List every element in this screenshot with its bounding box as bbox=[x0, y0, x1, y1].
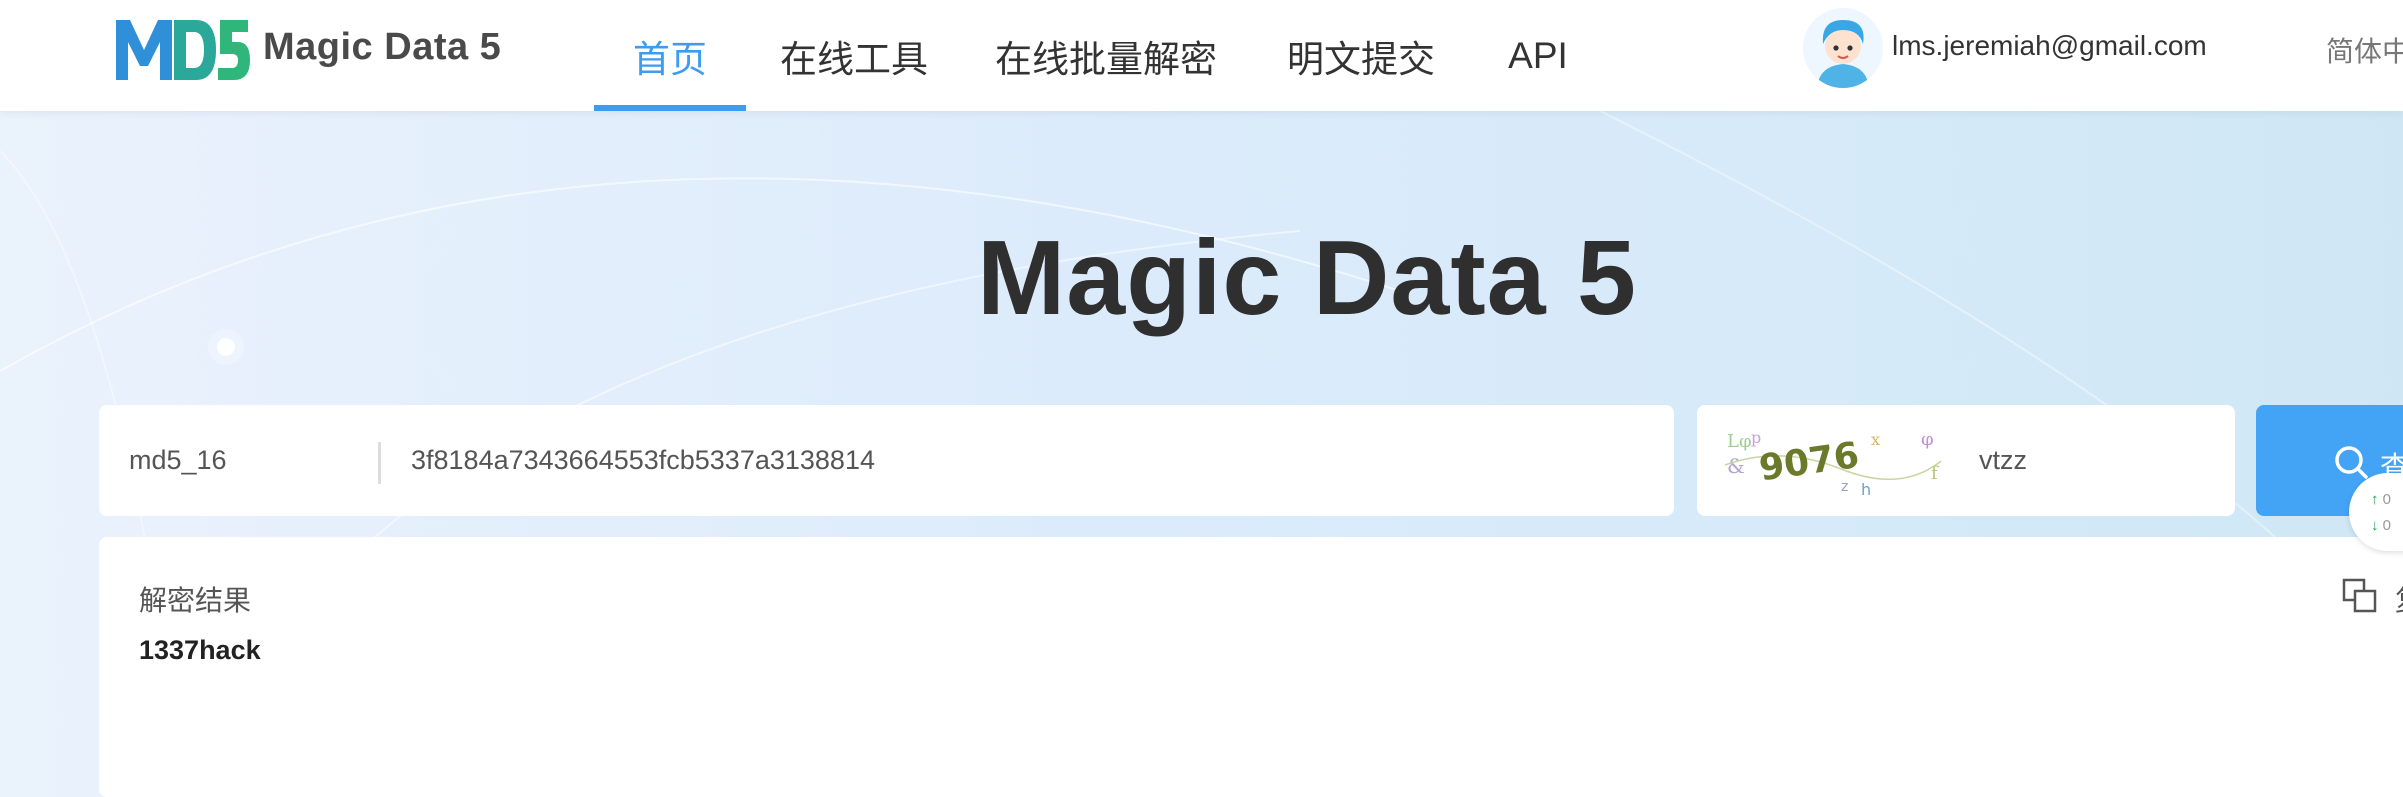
top-header: Magic Data 5 首页 在线工具 在线批量解密 明文提交 API lms… bbox=[0, 0, 2403, 111]
hash-type-select[interactable]: md5_16 bbox=[129, 405, 227, 516]
md5-logo[interactable] bbox=[112, 14, 250, 82]
active-indicator bbox=[594, 105, 746, 111]
download-speed: ↓ 0 bbox=[2371, 517, 2391, 534]
result-label: 解密结果 bbox=[139, 585, 252, 616]
nav-item-label: 首页 bbox=[633, 38, 707, 80]
nav-item-label: 明文提交 bbox=[1287, 38, 1435, 80]
nav-item-submit-plaintext[interactable]: 明文提交 bbox=[1250, 0, 1472, 111]
svg-text:z: z bbox=[1841, 479, 1848, 495]
download-speed-value: 0 bbox=[2382, 517, 2392, 534]
user-email[interactable]: lms.jeremiah@gmail.com bbox=[1892, 30, 2207, 62]
brand-name[interactable]: Magic Data 5 bbox=[263, 26, 501, 69]
captcha-input[interactable]: vtzz bbox=[1979, 405, 2027, 516]
arrow-down-icon: ↓ bbox=[2371, 517, 2379, 534]
captcha-image[interactable]: Lφ p & x φ f z h 9076 bbox=[1721, 425, 1947, 497]
svg-text:Lφ: Lφ bbox=[1727, 431, 1752, 452]
captcha-box: Lφ p & x φ f z h 9076 vtzz bbox=[1697, 405, 2235, 516]
nav-item-batch-decrypt[interactable]: 在线批量解密 bbox=[962, 0, 1250, 111]
hash-input[interactable]: 3f8184a7343664553fcb5337a3138814 bbox=[411, 405, 1611, 516]
nav-item-online-tools[interactable]: 在线工具 bbox=[746, 0, 962, 111]
search-icon bbox=[2335, 446, 2368, 479]
copy-icon[interactable] bbox=[2341, 577, 2379, 615]
page-title: Magic Data 5 bbox=[976, 219, 1637, 337]
result-value[interactable]: 1337hack bbox=[139, 635, 261, 666]
hash-search-box: md5_16 3f8184a7343664553fcb5337a3138814 bbox=[99, 405, 1674, 516]
nav-item-label: API bbox=[1508, 34, 1568, 76]
nav-item-label: 在线批量解密 bbox=[995, 38, 1217, 80]
nav-item-api[interactable]: API bbox=[1472, 0, 1604, 111]
svg-text:h: h bbox=[1861, 480, 1871, 497]
svg-text:x: x bbox=[1871, 430, 1880, 449]
svg-text:&: & bbox=[1727, 454, 1745, 478]
svg-text:φ: φ bbox=[1921, 429, 1934, 450]
nav-item-home[interactable]: 首页 bbox=[594, 0, 746, 111]
upload-speed: ↑ 0 bbox=[2371, 491, 2391, 508]
language-switcher[interactable]: 简体中 bbox=[2326, 30, 2403, 70]
svg-text:p: p bbox=[1751, 428, 1761, 447]
copy-label[interactable]: 复 bbox=[2395, 579, 2403, 619]
upload-speed-value: 0 bbox=[2382, 491, 2392, 508]
result-panel: 解密结果 1337hack 复 bbox=[99, 537, 2403, 797]
avatar[interactable] bbox=[1803, 8, 1883, 88]
main-nav: 首页 在线工具 在线批量解密 明文提交 API bbox=[594, 0, 1604, 111]
divider bbox=[378, 442, 381, 484]
nav-item-label: 在线工具 bbox=[780, 38, 928, 80]
cartoon-avatar-icon bbox=[1803, 8, 1883, 88]
arrow-up-icon: ↑ bbox=[2371, 491, 2379, 508]
